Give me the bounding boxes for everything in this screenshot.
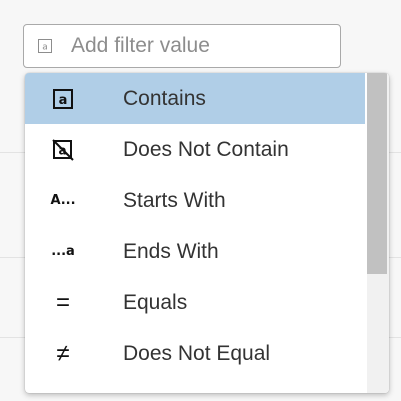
- option-ends-with[interactable]: ...a Ends With: [25, 226, 365, 277]
- filter-operator-menu: a Contains a Does Not Contain A... Start…: [25, 73, 389, 393]
- starts-with-icon: A...: [50, 193, 76, 208]
- option-label: Contains: [123, 86, 206, 110]
- option-starts-with[interactable]: A... Starts With: [25, 175, 365, 226]
- menu-scrollbar-track[interactable]: [367, 73, 389, 393]
- filter-value-input[interactable]: [71, 34, 311, 58]
- option-does-not-contain[interactable]: a Does Not Contain: [25, 124, 365, 175]
- equals-icon: =: [55, 288, 70, 316]
- not-equal-icon: ≠: [56, 339, 70, 367]
- option-label: Starts With: [123, 188, 226, 212]
- option-label: Does Not Contain: [123, 137, 289, 161]
- menu-scrollbar-thumb[interactable]: [367, 73, 387, 274]
- does-not-contain-icon: a: [49, 124, 77, 175]
- svg-text:a: a: [42, 43, 48, 53]
- option-label: Ends With: [123, 239, 219, 263]
- text-a-icon: a: [38, 39, 52, 53]
- option-does-not-equal[interactable]: ≠ Does Not Equal: [25, 328, 365, 379]
- svg-text:a: a: [59, 93, 68, 108]
- option-contains[interactable]: a Contains: [25, 73, 365, 124]
- filter-value-field[interactable]: a: [23, 24, 341, 68]
- option-equals[interactable]: = Equals: [25, 277, 365, 328]
- option-label: Does Not Equal: [123, 341, 271, 365]
- ends-with-icon: ...a: [51, 244, 75, 259]
- option-label: Equals: [123, 290, 188, 314]
- contains-icon: a: [49, 73, 77, 124]
